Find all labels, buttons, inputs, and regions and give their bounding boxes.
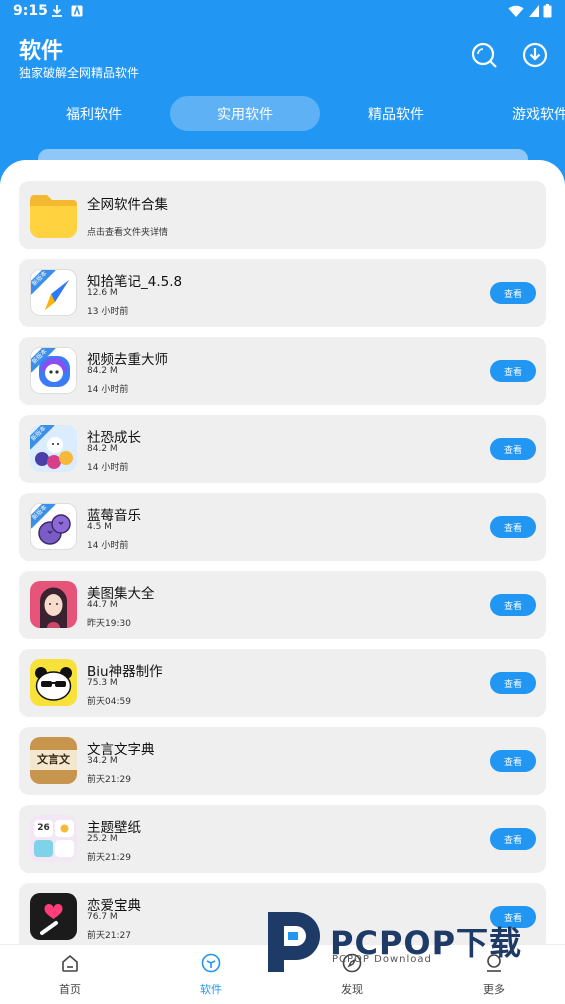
tab-utility-software[interactable]: 实用软件 [170,96,320,131]
list-item[interactable]: 文言文 文言文字典 34.2 M 前天21:29 查看 [19,727,546,795]
app-size: 34.2 M [87,756,118,766]
tab-welfare-software[interactable]: 福利软件 [20,96,168,131]
cube-icon [201,953,221,973]
app-time: 13 小时前 [87,307,129,317]
app-name: 恋爱宝典 [87,898,141,914]
battery-icon [543,4,552,18]
app-size: 25.2 M [87,834,118,844]
app-size: 76.7 M [87,912,118,922]
app-name: 知拾笔记_4.5.8 [87,274,183,290]
notification-status-icon [71,5,83,17]
app-size: 75.3 M [87,678,118,688]
folder-name: 全网软件合集 [87,197,168,213]
page-subtitle: 独家破解全网精品软件 [19,66,140,80]
list-item[interactable]: 26 主题壁纸 25.2 M 前天21:29 查看 [19,805,546,873]
tab-premium-software[interactable]: 精品软件 [322,96,470,131]
app-time: 14 小时前 [87,463,129,473]
view-button[interactable]: 查看 [490,516,536,538]
app-size: 4.5 M [87,522,112,532]
signal-icon [529,5,539,17]
list-item[interactable]: Biu神器制作 75.3 M 前天04:59 查看 [19,649,546,717]
icon-text: 文言文 [37,753,70,766]
download-status-icon [52,5,62,17]
theme-wallpaper-app-icon: 26 [30,815,77,862]
list-item[interactable]: 新版本 蓝莓音乐 4.5 M 14 小时前 查看 [19,493,546,561]
view-button[interactable]: 查看 [490,828,536,850]
photo-gallery-app-icon [30,581,77,628]
notes-app-icon: 新版本 [30,269,77,316]
video-dedup-app-icon: 新版本 [30,347,77,394]
list-item[interactable]: 新版本 知拾笔记_4.5.8 12.6 M 13 小时前 查看 [19,259,546,327]
app-size: 84.2 M [87,444,118,454]
watermark-subtext: PCPOP Download [332,954,432,965]
nav-software[interactable]: 软件 [171,945,251,1004]
watermark: PCPOP下载 PCPOP Download [262,904,552,976]
blueberry-music-app-icon: 新版本 [30,503,77,550]
status-time: 9:15 [13,3,48,19]
app-name: 社恐成长 [87,430,141,446]
app-size: 12.6 M [87,288,118,298]
nav-discover-label: 发现 [341,983,363,996]
view-button[interactable]: 查看 [490,750,536,772]
sun-icon [55,820,74,837]
app-time: 14 小时前 [87,385,129,395]
app-time: 昨天19:30 [87,619,131,629]
icon-text: 26 [34,820,53,837]
app-name: 主题壁纸 [87,820,141,836]
home-icon [62,954,78,972]
app-time: 前天04:59 [87,697,131,707]
app-time: 前天21:29 [87,775,131,785]
tab-game-software[interactable]: 游戏软件 [490,96,565,131]
page-title: 软件 [19,39,64,64]
wifi-icon [508,5,524,17]
app-name: 视频去重大师 [87,352,168,368]
app-name: 美图集大全 [87,586,155,602]
view-button[interactable]: 查看 [490,438,536,460]
love-guide-app-icon [30,893,77,940]
nav-more-label: 更多 [483,983,505,996]
category-tabs: 福利软件 实用软件 精品软件 游戏软件 [0,96,565,132]
folder-icon [30,191,77,238]
view-button[interactable]: 查看 [490,360,536,382]
folder-card[interactable]: 全网软件合集 点击查看文件夹详情 [19,181,546,249]
list-item[interactable]: 新版本 社恐成长 84.2 M 14 小时前 查看 [19,415,546,483]
classical-dictionary-app-icon: 文言文 [30,737,77,784]
app-size: 84.2 M [87,366,118,376]
search-icon[interactable] [470,41,498,69]
app-name: Biu神器制作 [87,664,163,680]
download-icon[interactable] [521,41,549,69]
list-item[interactable]: 美图集大全 44.7 M 昨天19:30 查看 [19,571,546,639]
view-button[interactable]: 查看 [490,672,536,694]
social-growth-app-icon: 新版本 [30,425,77,472]
app-name: 文言文字典 [87,742,155,758]
status-bar: 9:15 [0,0,565,24]
app-name: 蓝莓音乐 [87,508,141,524]
view-button[interactable]: 查看 [490,594,536,616]
panda-app-icon [30,659,77,706]
list-item[interactable]: 新版本 视频去重大师 84.2 M 14 小时前 查看 [19,337,546,405]
app-size: 44.7 M [87,600,118,610]
watermark-logo [268,912,320,972]
app-time: 前天21:27 [87,931,131,941]
nav-home-label: 首页 [59,983,81,996]
nav-home[interactable]: 首页 [30,945,110,1004]
app-time: 前天21:29 [87,853,131,863]
nav-software-label: 软件 [200,983,222,996]
folder-desc: 点击查看文件夹详情 [87,228,169,238]
view-button[interactable]: 查看 [490,282,536,304]
app-time: 14 小时前 [87,541,129,551]
